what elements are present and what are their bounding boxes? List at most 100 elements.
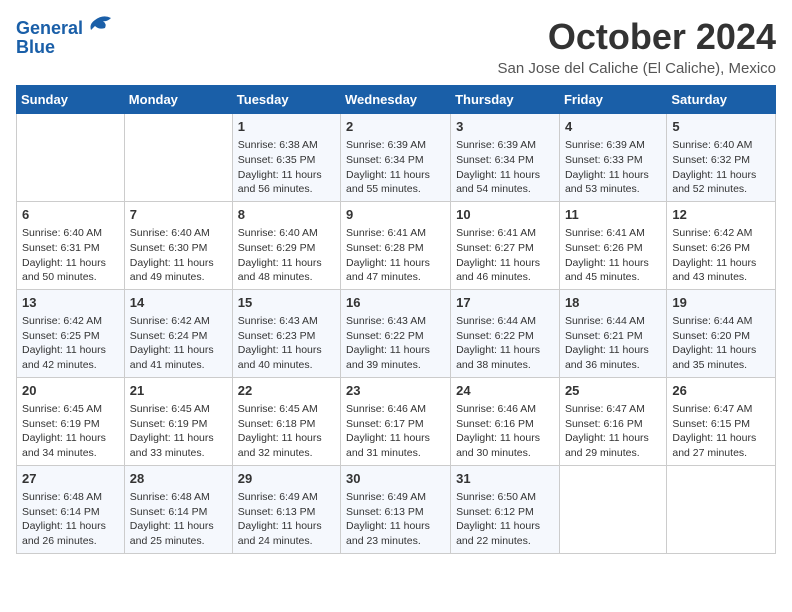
day-number: 7 xyxy=(130,206,227,224)
page-header: General Blue October 2024 San Jose del C… xyxy=(16,16,776,77)
cell-info: Sunrise: 6:41 AMSunset: 6:28 PMDaylight:… xyxy=(346,226,445,285)
calendar-cell: 1 Sunrise: 6:38 AMSunset: 6:35 PMDaylight… xyxy=(232,114,340,202)
cell-info: Sunrise: 6:49 AMSunset: 6:13 PMDaylight:… xyxy=(346,490,445,549)
day-number: 8 xyxy=(238,206,335,224)
calendar-cell: 25 Sunrise: 6:47 AMSunset: 6:16 PMDayligh… xyxy=(559,377,666,465)
day-number: 17 xyxy=(456,294,554,312)
calendar-cell xyxy=(667,465,776,553)
day-number: 2 xyxy=(346,118,445,136)
day-number: 1 xyxy=(238,118,335,136)
header-monday: Monday xyxy=(124,86,232,114)
day-number: 28 xyxy=(130,470,227,488)
cell-info: Sunrise: 6:45 AMSunset: 6:19 PMDaylight:… xyxy=(130,402,227,461)
cell-info: Sunrise: 6:40 AMSunset: 6:29 PMDaylight:… xyxy=(238,226,335,285)
logo: General Blue xyxy=(16,16,115,58)
calendar-cell xyxy=(124,114,232,202)
day-number: 30 xyxy=(346,470,445,488)
calendar-cell: 21 Sunrise: 6:45 AMSunset: 6:19 PMDayligh… xyxy=(124,377,232,465)
month-title: October 2024 xyxy=(498,16,776,58)
cell-info: Sunrise: 6:48 AMSunset: 6:14 PMDaylight:… xyxy=(22,490,119,549)
cell-info: Sunrise: 6:48 AMSunset: 6:14 PMDaylight:… xyxy=(130,490,227,549)
cell-info: Sunrise: 6:39 AMSunset: 6:33 PMDaylight:… xyxy=(565,138,661,197)
cell-info: Sunrise: 6:42 AMSunset: 6:24 PMDaylight:… xyxy=(130,314,227,373)
day-number: 14 xyxy=(130,294,227,312)
day-number: 9 xyxy=(346,206,445,224)
calendar-cell: 8 Sunrise: 6:40 AMSunset: 6:29 PMDaylight… xyxy=(232,201,340,289)
calendar-cell: 7 Sunrise: 6:40 AMSunset: 6:30 PMDaylight… xyxy=(124,201,232,289)
cell-info: Sunrise: 6:44 AMSunset: 6:20 PMDaylight:… xyxy=(672,314,770,373)
cell-info: Sunrise: 6:46 AMSunset: 6:17 PMDaylight:… xyxy=(346,402,445,461)
calendar-cell: 5 Sunrise: 6:40 AMSunset: 6:32 PMDaylight… xyxy=(667,114,776,202)
header-friday: Friday xyxy=(559,86,666,114)
day-number: 31 xyxy=(456,470,554,488)
calendar-cell: 2 Sunrise: 6:39 AMSunset: 6:34 PMDaylight… xyxy=(341,114,451,202)
calendar-cell: 9 Sunrise: 6:41 AMSunset: 6:28 PMDaylight… xyxy=(341,201,451,289)
cell-info: Sunrise: 6:49 AMSunset: 6:13 PMDaylight:… xyxy=(238,490,335,549)
calendar-week-row: 1 Sunrise: 6:38 AMSunset: 6:35 PMDaylight… xyxy=(17,114,776,202)
logo-icon xyxy=(85,12,115,42)
calendar-cell: 23 Sunrise: 6:46 AMSunset: 6:17 PMDayligh… xyxy=(341,377,451,465)
calendar-cell: 4 Sunrise: 6:39 AMSunset: 6:33 PMDaylight… xyxy=(559,114,666,202)
calendar-cell: 31 Sunrise: 6:50 AMSunset: 6:12 PMDayligh… xyxy=(451,465,560,553)
calendar-cell: 14 Sunrise: 6:42 AMSunset: 6:24 PMDayligh… xyxy=(124,289,232,377)
logo-text: General xyxy=(16,19,83,39)
calendar-cell: 26 Sunrise: 6:47 AMSunset: 6:15 PMDayligh… xyxy=(667,377,776,465)
day-number: 19 xyxy=(672,294,770,312)
cell-info: Sunrise: 6:42 AMSunset: 6:25 PMDaylight:… xyxy=(22,314,119,373)
header-wednesday: Wednesday xyxy=(341,86,451,114)
day-number: 16 xyxy=(346,294,445,312)
cell-info: Sunrise: 6:41 AMSunset: 6:26 PMDaylight:… xyxy=(565,226,661,285)
calendar-cell: 10 Sunrise: 6:41 AMSunset: 6:27 PMDayligh… xyxy=(451,201,560,289)
calendar-cell: 22 Sunrise: 6:45 AMSunset: 6:18 PMDayligh… xyxy=(232,377,340,465)
calendar-cell: 18Sunrise: 6:44 AMSunset: 6:21 PMDayligh… xyxy=(559,289,666,377)
location-title: San Jose del Caliche (El Caliche), Mexic… xyxy=(498,60,776,77)
calendar-cell: 29 Sunrise: 6:49 AMSunset: 6:13 PMDayligh… xyxy=(232,465,340,553)
calendar-cell: 28 Sunrise: 6:48 AMSunset: 6:14 PMDayligh… xyxy=(124,465,232,553)
day-number: 3 xyxy=(456,118,554,136)
cell-info: Sunrise: 6:47 AMSunset: 6:16 PMDaylight:… xyxy=(565,402,661,461)
cell-info: Sunrise: 6:38 AMSunset: 6:35 PMDaylight:… xyxy=(238,138,335,197)
cell-info: Sunrise: 6:41 AMSunset: 6:27 PMDaylight:… xyxy=(456,226,554,285)
calendar-cell: 3 Sunrise: 6:39 AMSunset: 6:34 PMDaylight… xyxy=(451,114,560,202)
cell-info: Sunrise: 6:39 AMSunset: 6:34 PMDaylight:… xyxy=(456,138,554,197)
day-number: 26 xyxy=(672,382,770,400)
cell-info: Sunrise: 6:40 AMSunset: 6:32 PMDaylight:… xyxy=(672,138,770,197)
day-number: 21 xyxy=(130,382,227,400)
cell-info: Sunrise: 6:44 AMSunset: 6:21 PMDaylight:… xyxy=(565,314,661,373)
cell-info: Sunrise: 6:50 AMSunset: 6:12 PMDaylight:… xyxy=(456,490,554,549)
day-number: 22 xyxy=(238,382,335,400)
day-number: 25 xyxy=(565,382,661,400)
calendar-week-row: 27 Sunrise: 6:48 AMSunset: 6:14 PMDayligh… xyxy=(17,465,776,553)
calendar-header-row: SundayMondayTuesdayWednesdayThursdayFrid… xyxy=(17,86,776,114)
calendar-cell: 16 Sunrise: 6:43 AMSunset: 6:22 PMDayligh… xyxy=(341,289,451,377)
header-saturday: Saturday xyxy=(667,86,776,114)
calendar-cell: 20 Sunrise: 6:45 AMSunset: 6:19 PMDayligh… xyxy=(17,377,125,465)
day-number: 24 xyxy=(456,382,554,400)
day-number: 29 xyxy=(238,470,335,488)
cell-info: Sunrise: 6:39 AMSunset: 6:34 PMDaylight:… xyxy=(346,138,445,197)
cell-info: Sunrise: 6:47 AMSunset: 6:15 PMDaylight:… xyxy=(672,402,770,461)
day-number: 23 xyxy=(346,382,445,400)
day-number: 27 xyxy=(22,470,119,488)
day-number: 20 xyxy=(22,382,119,400)
calendar-cell: 11Sunrise: 6:41 AMSunset: 6:26 PMDayligh… xyxy=(559,201,666,289)
day-number: 4 xyxy=(565,118,661,136)
header-sunday: Sunday xyxy=(17,86,125,114)
calendar-cell xyxy=(559,465,666,553)
calendar-cell xyxy=(17,114,125,202)
day-number: 12 xyxy=(672,206,770,224)
day-number: 6 xyxy=(22,206,119,224)
cell-info: Sunrise: 6:45 AMSunset: 6:19 PMDaylight:… xyxy=(22,402,119,461)
calendar-cell: 30 Sunrise: 6:49 AMSunset: 6:13 PMDayligh… xyxy=(341,465,451,553)
cell-info: Sunrise: 6:40 AMSunset: 6:31 PMDaylight:… xyxy=(22,226,119,285)
cell-info: Sunrise: 6:43 AMSunset: 6:22 PMDaylight:… xyxy=(346,314,445,373)
day-number: 5 xyxy=(672,118,770,136)
day-number: 10 xyxy=(456,206,554,224)
cell-info: Sunrise: 6:40 AMSunset: 6:30 PMDaylight:… xyxy=(130,226,227,285)
cell-info: Sunrise: 6:45 AMSunset: 6:18 PMDaylight:… xyxy=(238,402,335,461)
calendar-week-row: 13 Sunrise: 6:42 AMSunset: 6:25 PMDayligh… xyxy=(17,289,776,377)
day-number: 13 xyxy=(22,294,119,312)
day-number: 15 xyxy=(238,294,335,312)
calendar-cell: 12Sunrise: 6:42 AMSunset: 6:26 PMDayligh… xyxy=(667,201,776,289)
cell-info: Sunrise: 6:46 AMSunset: 6:16 PMDaylight:… xyxy=(456,402,554,461)
